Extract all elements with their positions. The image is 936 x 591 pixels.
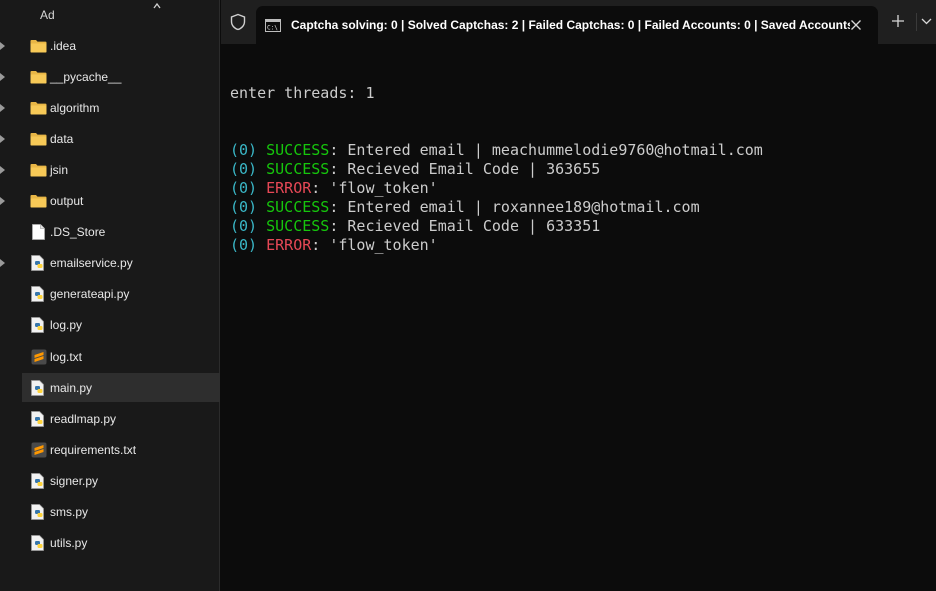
file-explorer: Ad .idea __pycache__ algorithm data jsin outp… <box>0 0 220 591</box>
folder-item[interactable]: __pycache__ <box>22 62 220 91</box>
file-label: readlmap.py <box>50 411 117 426</box>
file-item[interactable]: utils.py <box>22 528 220 557</box>
file-label: algorithm <box>50 100 100 115</box>
tab-title: Captcha solving: 0 | Solved Captchas: 2 … <box>291 18 850 32</box>
folder-icon <box>30 192 47 209</box>
success-label: SUCCESS <box>266 198 330 216</box>
success-label: SUCCESS <box>266 160 330 178</box>
file-item[interactable]: requirements.txt <box>22 435 220 464</box>
file-label: log.txt <box>50 349 83 364</box>
file-item[interactable]: .DS_Store <box>22 217 220 246</box>
python-file-icon <box>30 379 47 396</box>
terminal-icon: C:\ <box>265 18 281 32</box>
file-label: .DS_Store <box>50 224 106 239</box>
file-icon <box>30 223 47 240</box>
file-label: __pycache__ <box>50 69 122 84</box>
python-file-icon <box>30 254 47 271</box>
expand-arrow-icon[interactable] <box>0 166 5 174</box>
folder-item[interactable]: output <box>22 186 220 215</box>
expand-arrow-icon[interactable] <box>0 104 5 112</box>
folder-item[interactable]: jsin <box>22 155 220 184</box>
sublime-text-icon <box>30 441 47 458</box>
file-label: signer.py <box>50 473 99 488</box>
file-label: sms.py <box>50 504 89 519</box>
log-message: : Recieved Email Code | 633351 <box>329 217 601 235</box>
thread-index: (0) <box>230 160 258 178</box>
log-message: : Entered email | roxannee189@hotmail.co… <box>329 198 700 216</box>
sublime-text-icon <box>30 348 47 365</box>
log-line: (0) SUCCESS: Entered email | meachummelo… <box>230 141 930 160</box>
log-line: (0) SUCCESS: Recieved Email Code | 36365… <box>230 160 930 179</box>
thread-index: (0) <box>230 236 258 254</box>
terminal-output[interactable]: enter threads: 1 (0) SUCCESS: Entered em… <box>230 46 930 274</box>
error-label: ERROR <box>266 179 312 197</box>
success-label: SUCCESS <box>266 141 330 159</box>
log-message: : 'flow_token' <box>311 236 438 254</box>
prompt-line: enter threads: 1 <box>230 84 375 102</box>
tab-separator <box>916 13 917 31</box>
python-file-icon <box>30 316 47 333</box>
log-message: : Entered email | meachummelodie9760@hot… <box>329 141 763 159</box>
expand-arrow-icon[interactable] <box>0 42 5 50</box>
file-label: utils.py <box>50 535 88 550</box>
file-label: data <box>50 131 74 146</box>
file-item[interactable]: main.py <box>22 373 220 402</box>
expand-arrow-icon[interactable] <box>0 197 5 205</box>
expand-arrow-icon[interactable] <box>0 259 5 267</box>
error-label: ERROR <box>266 236 312 254</box>
file-label: main.py <box>50 380 93 395</box>
terminal-tab[interactable]: C:\ Captcha solving: 0 | Solved Captchas… <box>256 6 878 44</box>
folder-icon <box>30 99 47 116</box>
file-item[interactable]: emailservice.py <box>22 248 220 277</box>
log-message: : Recieved Email Code | 363655 <box>329 160 601 178</box>
folder-icon <box>30 161 47 178</box>
file-item[interactable]: signer.py <box>22 466 220 495</box>
file-label: emailservice.py <box>50 255 133 270</box>
log-line: (0) SUCCESS: Recieved Email Code | 63335… <box>230 217 930 236</box>
shield-icon[interactable] <box>229 13 247 31</box>
python-file-icon <box>30 472 47 489</box>
folder-icon <box>30 68 47 85</box>
new-tab-icon[interactable] <box>891 14 905 28</box>
python-file-icon <box>30 285 47 302</box>
chevron-down-icon[interactable] <box>921 17 932 25</box>
folder-icon <box>30 130 47 147</box>
file-label: .idea <box>50 38 77 53</box>
folder-icon <box>30 37 47 54</box>
file-item[interactable]: readlmap.py <box>22 404 220 433</box>
file-label: output <box>50 193 84 208</box>
folder-item[interactable]: .idea <box>22 31 220 60</box>
thread-index: (0) <box>230 141 258 159</box>
file-label: log.py <box>50 317 83 332</box>
log-message: : 'flow_token' <box>311 179 438 197</box>
thread-index: (0) <box>230 198 258 216</box>
terminal-tab-bar: C:\ Captcha solving: 0 | Solved Captchas… <box>221 0 936 44</box>
file-item[interactable]: sms.py <box>22 497 220 526</box>
success-label: SUCCESS <box>266 217 330 235</box>
expand-arrow-icon[interactable] <box>0 73 5 81</box>
log-line: (0) SUCCESS: Entered email | roxannee189… <box>230 198 930 217</box>
file-item[interactable]: log.py <box>22 310 220 339</box>
thread-index: (0) <box>230 217 258 235</box>
file-label: jsin <box>50 162 69 177</box>
svg-text:C:\: C:\ <box>267 24 278 31</box>
python-file-icon <box>30 534 47 551</box>
close-icon[interactable] <box>850 19 862 31</box>
folder-item[interactable]: algorithm <box>22 93 220 122</box>
expand-arrow-icon[interactable] <box>0 135 5 143</box>
thread-index: (0) <box>230 179 258 197</box>
log-line: (0) ERROR: 'flow_token' <box>230 236 930 255</box>
file-label: requirements.txt <box>50 442 137 457</box>
python-file-icon <box>30 503 47 520</box>
chevron-up-icon[interactable] <box>153 2 161 10</box>
file-item[interactable]: log.txt <box>22 342 220 371</box>
python-file-icon <box>30 410 47 427</box>
log-line: (0) ERROR: 'flow_token' <box>230 179 930 198</box>
file-item[interactable]: generateapi.py <box>22 279 220 308</box>
folder-item[interactable]: data <box>22 124 220 153</box>
file-label: generateapi.py <box>50 286 130 301</box>
explorer-header: Ad <box>40 8 55 22</box>
